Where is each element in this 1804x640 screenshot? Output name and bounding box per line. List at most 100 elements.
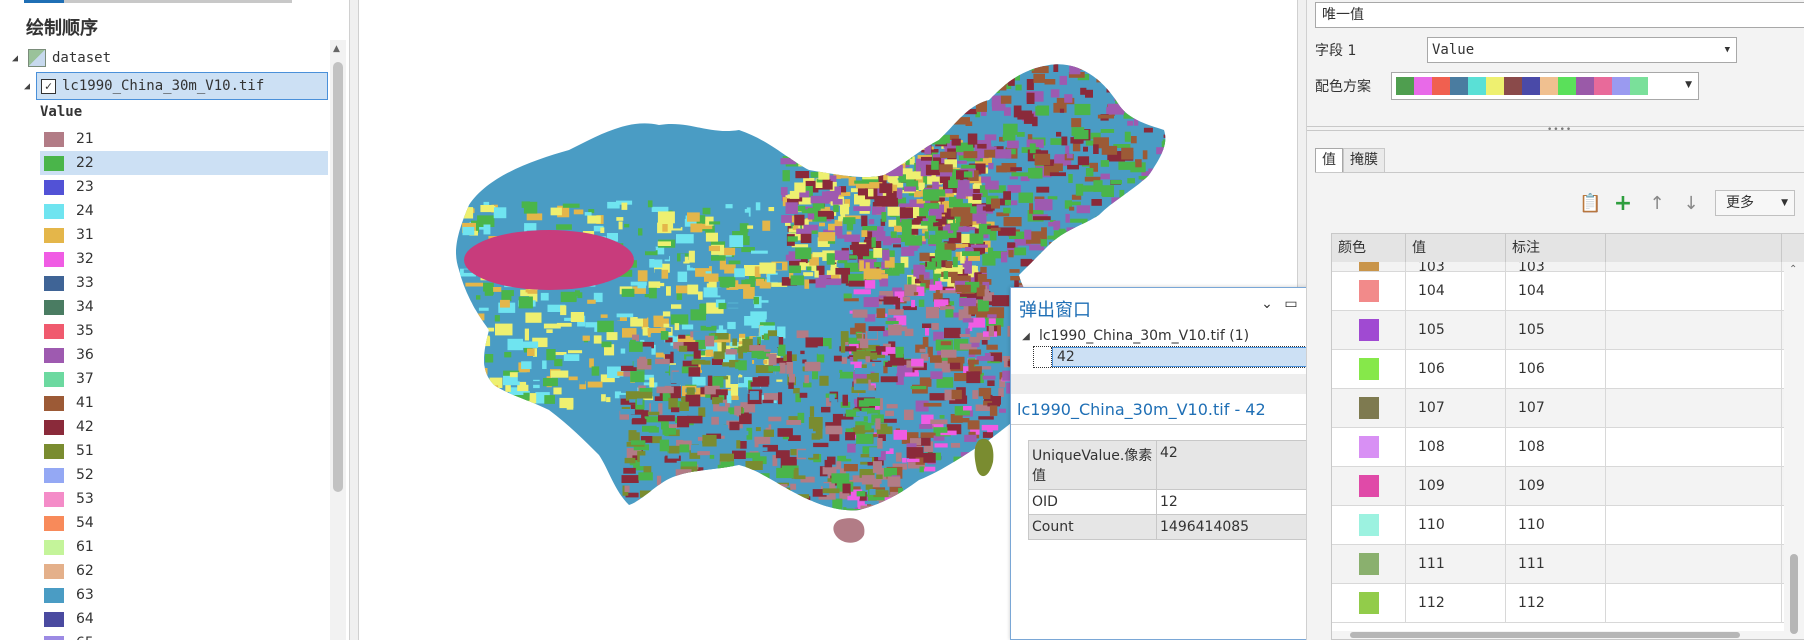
- tab-mask[interactable]: 掩膜: [1343, 148, 1385, 172]
- class-value-cell[interactable]: 105: [1406, 310, 1506, 350]
- class-color-swatch[interactable]: [1358, 280, 1379, 302]
- class-row[interactable]: 107 107: [1332, 388, 1784, 428]
- move-up-icon[interactable]: ↑: [1647, 193, 1667, 214]
- dropdown-arrow-icon[interactable]: ▼: [1685, 80, 1692, 90]
- class-value-cell[interactable]: 107: [1406, 388, 1506, 428]
- collapse-icon[interactable]: ◢: [1021, 331, 1031, 342]
- class-color-swatch[interactable]: [1358, 319, 1379, 341]
- scrollbar-thumb[interactable]: [1350, 632, 1740, 638]
- legend-item[interactable]: 52: [40, 463, 328, 487]
- class-row[interactable]: 110 110: [1332, 505, 1784, 545]
- color-swatch[interactable]: [44, 251, 64, 267]
- layer-expander[interactable]: ◢: [22, 74, 36, 98]
- class-value-cell[interactable]: 103: [1406, 262, 1506, 271]
- dataset-node[interactable]: ◢ dataset: [10, 46, 111, 70]
- dropdown-arrow-icon[interactable]: ▼: [1725, 38, 1730, 62]
- legend-item[interactable]: 65: [40, 631, 328, 640]
- popup-feature-node[interactable]: 42: [1033, 346, 1323, 368]
- color-swatch[interactable]: [44, 419, 64, 435]
- color-swatch[interactable]: [44, 155, 64, 171]
- pane-splitter[interactable]: ••••: [1307, 125, 1804, 135]
- class-label-cell[interactable]: 104: [1506, 271, 1606, 311]
- legend-item[interactable]: 54: [40, 511, 328, 535]
- class-row[interactable]: 105 105: [1332, 310, 1784, 350]
- class-value-cell[interactable]: 109: [1406, 466, 1506, 506]
- class-color-cell[interactable]: [1332, 544, 1406, 584]
- scrollbar-thumb[interactable]: [1790, 554, 1798, 634]
- dropdown-arrow-icon[interactable]: ▼: [1781, 191, 1788, 215]
- legend-item[interactable]: 24: [40, 199, 328, 223]
- color-scheme-select[interactable]: ▼: [1391, 72, 1699, 100]
- color-swatch[interactable]: [44, 563, 64, 579]
- class-row[interactable]: 106 106: [1332, 349, 1784, 389]
- color-swatch[interactable]: [44, 467, 64, 483]
- column-header-value[interactable]: 值: [1406, 234, 1506, 262]
- more-button[interactable]: 更多 ▼: [1715, 190, 1795, 216]
- legend-item[interactable]: 34: [40, 295, 328, 319]
- legend-item[interactable]: 31: [40, 223, 328, 247]
- legend-item[interactable]: 32: [40, 247, 328, 271]
- color-swatch[interactable]: [44, 611, 64, 627]
- class-label-cell[interactable]: 106: [1506, 349, 1606, 389]
- grid-horizontal-scrollbar[interactable]: [1332, 631, 1784, 639]
- class-row[interactable]: 103 103: [1332, 262, 1784, 272]
- layer-visibility-checkbox[interactable]: ✓: [41, 78, 56, 94]
- color-swatch[interactable]: [44, 323, 64, 339]
- color-swatch[interactable]: [44, 587, 64, 603]
- legend-item[interactable]: 35: [40, 319, 328, 343]
- class-value-cell[interactable]: 108: [1406, 427, 1506, 467]
- class-color-cell[interactable]: [1332, 427, 1406, 467]
- hainan-island[interactable]: [833, 518, 865, 543]
- class-color-swatch[interactable]: [1358, 436, 1379, 458]
- color-swatch[interactable]: [44, 299, 64, 315]
- class-color-cell[interactable]: [1332, 262, 1406, 271]
- class-color-swatch[interactable]: [1358, 358, 1379, 380]
- add-value-icon[interactable]: +: [1613, 191, 1633, 216]
- tab-values[interactable]: 值: [1315, 148, 1343, 172]
- color-swatch[interactable]: [44, 227, 64, 243]
- legend-item[interactable]: 64: [40, 607, 328, 631]
- scroll-up-icon[interactable]: ▲: [333, 44, 340, 54]
- class-value-cell[interactable]: 111: [1406, 544, 1506, 584]
- legend-item[interactable]: 23: [40, 175, 328, 199]
- class-color-swatch[interactable]: [1358, 553, 1379, 575]
- color-swatch[interactable]: [44, 443, 64, 459]
- color-swatch[interactable]: [44, 347, 64, 363]
- color-swatch[interactable]: [44, 635, 64, 640]
- color-swatch[interactable]: [44, 275, 64, 291]
- move-down-icon[interactable]: ↓: [1681, 193, 1701, 214]
- class-label-cell[interactable]: 105: [1506, 310, 1606, 350]
- class-label-cell[interactable]: 111: [1506, 544, 1606, 584]
- scroll-up-icon[interactable]: ⌃: [1789, 264, 1797, 275]
- class-color-cell[interactable]: [1332, 466, 1406, 506]
- grip-icon[interactable]: ••••: [1547, 125, 1572, 135]
- color-swatch[interactable]: [44, 131, 64, 147]
- class-row[interactable]: 111 111: [1332, 544, 1784, 584]
- popup-window[interactable]: 弹出窗口 ⌄ ▭ ✕ ◢ lc1990_China_30m_V10.tif (1…: [1010, 287, 1330, 640]
- class-value-cell[interactable]: 106: [1406, 349, 1506, 389]
- color-swatch[interactable]: [44, 395, 64, 411]
- color-swatch[interactable]: [44, 539, 64, 555]
- maximize-icon[interactable]: ▭: [1283, 296, 1299, 312]
- class-row[interactable]: 104 104: [1332, 271, 1784, 311]
- collapse-icon[interactable]: ◢: [22, 81, 32, 92]
- class-value-cell[interactable]: 112: [1406, 583, 1506, 623]
- class-color-cell[interactable]: [1332, 505, 1406, 545]
- scrollbar-thumb[interactable]: [333, 62, 343, 492]
- popup-splitter[interactable]: [1011, 374, 1329, 394]
- color-swatch[interactable]: [44, 179, 64, 195]
- class-color-swatch[interactable]: [1358, 514, 1379, 536]
- class-color-swatch[interactable]: [1358, 262, 1379, 271]
- grid-vertical-scrollbar[interactable]: ⌃: [1784, 262, 1804, 639]
- legend-item[interactable]: 62: [40, 559, 328, 583]
- class-color-cell[interactable]: [1332, 310, 1406, 350]
- class-color-cell[interactable]: [1332, 583, 1406, 623]
- chevron-down-icon[interactable]: ⌄: [1259, 296, 1275, 312]
- legend-item[interactable]: 63: [40, 583, 328, 607]
- legend-item[interactable]: 42: [40, 415, 328, 439]
- class-value-cell[interactable]: 104: [1406, 271, 1506, 311]
- column-header-label[interactable]: 标注: [1506, 234, 1606, 262]
- color-swatch[interactable]: [44, 491, 64, 507]
- legend-item[interactable]: 53: [40, 487, 328, 511]
- collapse-icon[interactable]: ◢: [10, 53, 20, 64]
